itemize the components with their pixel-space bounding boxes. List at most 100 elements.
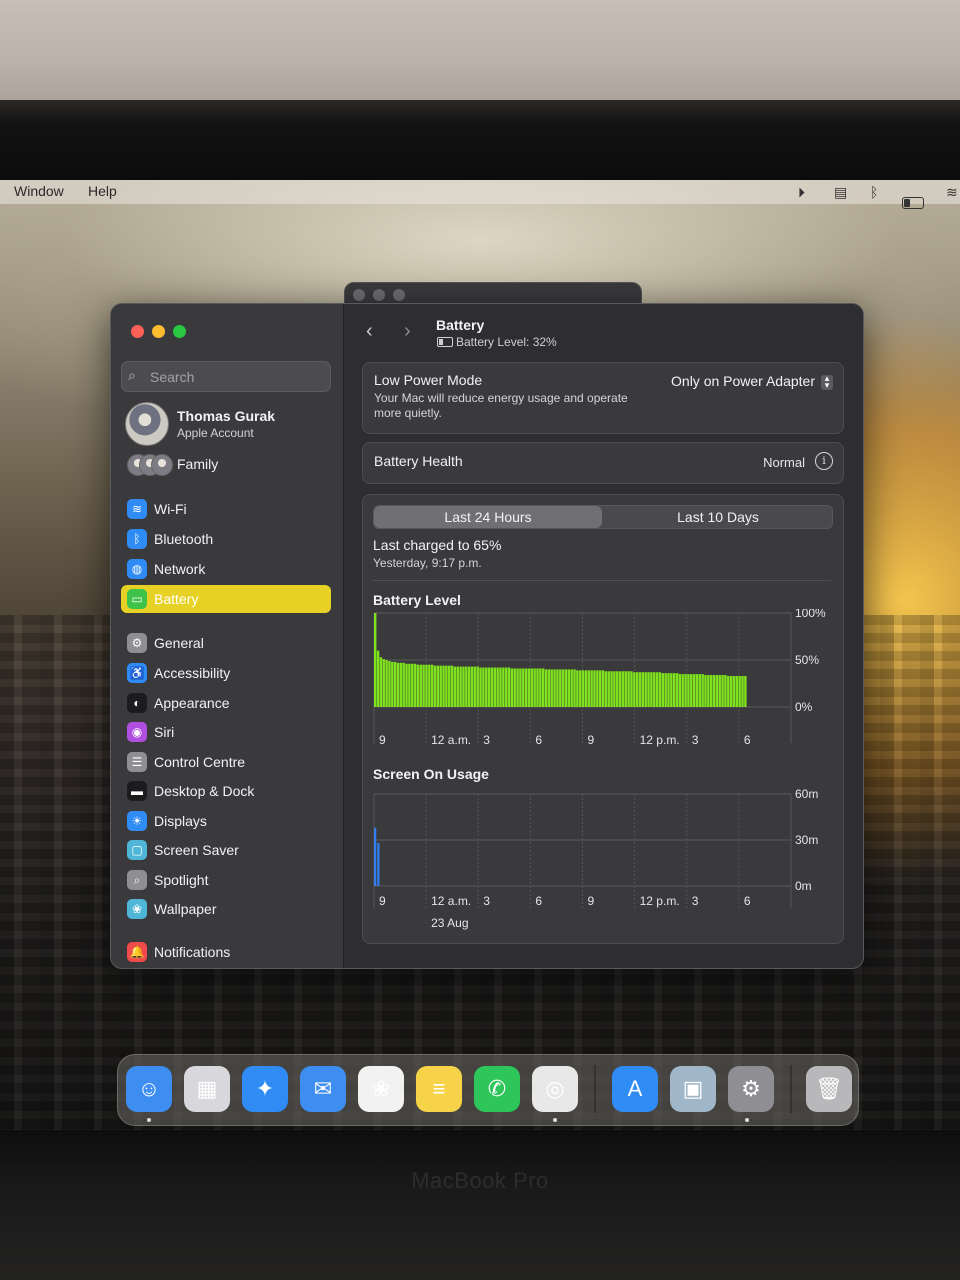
data-bar [667,673,670,707]
system-settings-icon[interactable]: ⚙ [728,1066,774,1112]
sidebar-item-label: Notifications [154,944,231,960]
menu-help[interactable]: Help [88,183,117,199]
appearance-icon: ◐ [127,693,147,713]
data-bar [513,668,516,707]
photos-icon[interactable]: ❀ [358,1066,404,1112]
data-bar [741,675,744,707]
data-bar [428,664,431,707]
sidebar-item-label: Accessibility [154,665,231,681]
data-bar [399,662,403,707]
data-bar [459,666,462,707]
launchpad-icon[interactable]: ▦ [184,1066,230,1112]
sidebar-item-desktop-dock[interactable]: ▬ Desktop & Dock [121,777,331,805]
data-bar [630,671,633,707]
data-bar [524,668,528,707]
preview-icon[interactable]: ▣ [670,1066,716,1112]
sidebar-item-battery[interactable]: ▭ Battery [121,585,331,613]
search-input[interactable] [148,366,322,388]
data-bar [405,663,408,707]
minimize-button[interactable] [152,325,165,338]
sidebar-item-label: Screen Saver [154,842,239,858]
sidebar-item-displays[interactable]: ☀ Displays [121,807,331,835]
data-bar [707,675,710,707]
close-button[interactable] [131,325,144,338]
sidebar-item-notifications[interactable]: 🔔 Notifications [121,938,331,966]
data-bar [681,674,684,707]
y-tick-label: 100% [795,609,826,620]
sidebar-item-network[interactable]: ◍ Network [121,555,331,583]
sidebar-item-accessibility[interactable]: ♿ Accessibility [121,659,331,687]
data-bar [587,670,590,707]
safari-icon[interactable]: ✦ [242,1066,288,1112]
data-bar [610,671,613,707]
sidebar-item-bluetooth[interactable]: ᛒ Bluetooth [121,525,331,553]
data-bar [533,668,536,707]
data-bar [596,670,599,707]
data-bar [419,664,422,707]
data-bar [698,674,702,707]
data-bar [624,671,627,707]
data-bar [627,671,630,707]
sidebar-item-wallpaper[interactable]: ❀ Wallpaper [121,895,331,923]
data-bar [541,668,545,707]
sidebar-item-wi-fi[interactable]: ≋ Wi-Fi [121,495,331,523]
zoom-button[interactable] [173,325,186,338]
finder-icon[interactable]: ☺ [126,1066,172,1112]
x-tick-label: 12 p.m. [640,733,680,747]
dock: ☺ ▦ ✦ ✉ ❀ ≡ ✆ ◎ A ▣ ⚙ 🗑 [117,1054,859,1126]
data-bar [712,675,716,707]
x-tick-label: 9 [379,894,386,908]
data-bar [539,668,542,707]
display-bezel-top [0,100,960,184]
tab-last-24-hours[interactable]: Last 24 Hours [374,506,602,528]
trash-icon[interactable]: 🗑 [806,1066,852,1112]
data-bar [408,663,411,707]
notes-icon[interactable]: ≡ [416,1066,462,1112]
data-bar [661,673,664,707]
gear-icon: ⚙ [127,633,147,653]
chrome-icon[interactable]: ◎ [532,1066,578,1112]
data-bar [570,669,573,707]
tab-last-10-days[interactable]: Last 10 Days [604,506,832,528]
data-bar [530,668,534,707]
sidebar-item-spotlight[interactable]: ⌕ Spotlight [121,866,331,894]
data-bar [579,670,582,707]
play-icon[interactable]: ⏵ [798,184,805,201]
data-bar [744,675,747,707]
last-charged-title: Last charged to 65% [373,537,502,553]
search-icon: ⌕ [128,367,136,383]
menu-window[interactable]: Window [14,183,64,199]
dock-icon: ▬ [127,781,147,801]
data-bar [413,663,417,707]
page-title: Battery [436,317,485,333]
low-power-mode-select[interactable]: Only on Power Adapter ▴ ▾ [671,373,833,390]
app-store-icon[interactable]: A [612,1066,658,1112]
data-bar [650,672,653,707]
forward-button[interactable]: › [404,320,411,343]
search-field[interactable]: ⌕ [121,361,331,392]
info-icon[interactable]: i [815,452,833,470]
x-tick-label: 3 [692,894,699,908]
mail-icon[interactable]: ✉ [300,1066,346,1112]
whatsapp-icon[interactable]: ✆ [474,1066,520,1112]
bluetooth-status-icon[interactable]: ᛒ [870,184,878,200]
sidebar-item-appearance[interactable]: ◐ Appearance [121,689,331,717]
sidebar-item-screen-saver[interactable]: ▢ Screen Saver [121,836,331,864]
data-bar [618,671,622,707]
wifi-icon: ≋ [127,499,147,519]
data-bar [584,670,588,707]
data-bar [687,674,690,707]
wifi-status-icon[interactable]: ≋ [946,184,958,201]
data-bar [510,668,514,707]
data-bar [638,672,642,707]
macbook-label: MacBook Pro [411,1168,549,1193]
running-indicator [553,1118,557,1122]
menubar-calendar-icon[interactable]: ▤ [834,184,847,201]
sidebar-item-general[interactable]: ⚙ General [121,629,331,657]
bluetooth-icon: ᛒ [127,529,147,549]
back-button[interactable]: ‹ [366,320,373,343]
data-bar [567,669,571,707]
sidebar-item-control-centre[interactable]: ☰ Control Centre [121,748,331,776]
sidebar-item-siri[interactable]: ◉ Siri [121,718,331,746]
battery-status-icon[interactable] [902,197,924,209]
